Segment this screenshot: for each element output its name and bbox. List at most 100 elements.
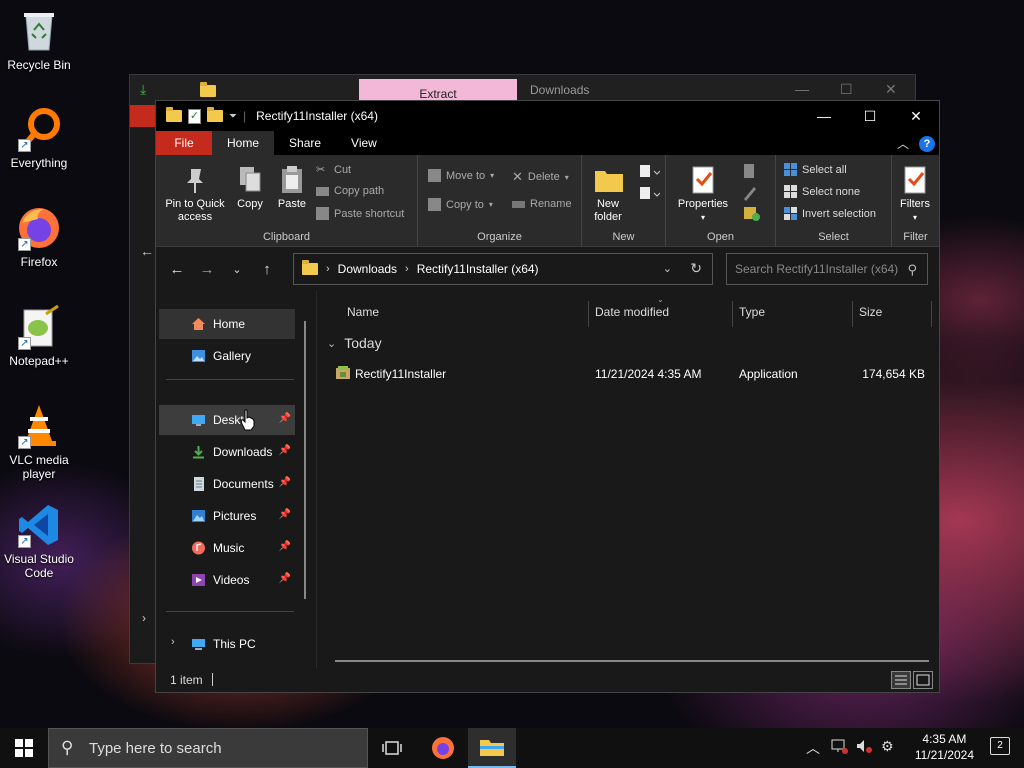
taskbar-search-input[interactable]: ⚲ Type here to search [48,728,368,768]
task-view-button[interactable] [368,728,416,768]
close-button[interactable]: ✕ [893,101,939,131]
volume-muted-icon[interactable] [855,738,873,757]
paste-shortcut-button[interactable]: Paste shortcut [316,207,404,220]
column-header-type[interactable]: Type [739,305,765,319]
paste-button[interactable]: Paste [274,165,310,211]
properties-quick-icon[interactable]: ✓ [188,108,201,124]
pin-icon[interactable]: 📌 [279,509,291,520]
properties-button[interactable]: Properties ▾ [674,165,732,224]
desktop-icon-firefox[interactable]: ↗ Firefox [0,205,78,269]
desktop-icon-recycle-bin[interactable]: Recycle Bin [0,8,78,72]
tab-share[interactable]: Share [274,131,336,155]
breadcrumb-chevron-icon[interactable]: › [326,263,330,275]
copy-path-button[interactable]: Copy path [316,185,384,197]
filters-button[interactable]: Filters ▾ [894,165,936,224]
refresh-icon[interactable]: ↻ [690,260,702,277]
navigation-pane[interactable]: Home Gallery Deskt 📌 Downloads 📌 Documen… [156,291,314,668]
move-to-button[interactable]: Move to ▾ [428,169,494,182]
large-icons-view-button[interactable] [913,671,933,689]
rename-button[interactable]: Rename [512,198,572,210]
column-divider[interactable] [588,301,589,327]
pin-icon[interactable]: 📌 [279,445,291,456]
new-folder-quick-icon[interactable] [207,107,223,122]
tab-home[interactable]: Home [212,131,275,155]
collapse-group-chevron-icon[interactable]: ⌄ [327,337,336,350]
pin-icon[interactable]: 📌 [279,477,291,488]
sidebar-item-pictures[interactable]: Pictures 📌 [159,501,295,531]
details-view-button[interactable] [891,671,911,689]
pin-icon[interactable]: 📌 [279,541,291,552]
maximize-icon[interactable]: ☐ [840,81,853,98]
search-input[interactable]: Search Rectify11Installer (x64) ⚲ [726,253,928,285]
copy-button[interactable]: Copy [232,165,268,211]
horizontal-scrollbar[interactable] [335,660,929,662]
column-divider[interactable] [732,301,733,327]
sidebar-item-documents[interactable]: Documents 📌 [159,469,295,499]
sidebar-item-videos[interactable]: Videos 📌 [159,565,295,595]
sidebar-item-this-pc[interactable]: › This PC [159,629,295,659]
file-list[interactable]: Name ⌄ Date modified Type Size ⌄ Today R… [316,291,939,668]
show-hidden-icons-chevron-icon[interactable]: ︿ [806,738,820,758]
help-icon[interactable]: ? [919,135,935,152]
sidebar-item-music[interactable]: Music 📌 [159,533,295,563]
pin-to-quick-access-button[interactable]: Pin to Quick access [162,165,228,224]
sidebar-item-gallery[interactable]: Gallery [159,341,295,371]
address-dropdown-icon[interactable]: ⌄ [663,262,672,275]
network-icon[interactable] [830,738,848,757]
desktop-icon-notepad-plus-plus[interactable]: ↗ Notepad++ [0,304,78,368]
background-file-tab[interactable] [130,105,156,127]
column-header-date-modified[interactable]: Date modified [595,305,669,319]
cut-button[interactable]: ✂ Cut [316,163,351,177]
table-row[interactable]: Rectify11Installer 11/21/2024 4:35 AM Ap… [333,361,929,387]
tab-view[interactable]: View [336,131,392,155]
desktop-icon-everything[interactable]: ↗ Everything [0,106,78,170]
notification-center-icon[interactable]: 2 [990,737,1010,755]
minimize-button[interactable]: — [801,101,847,131]
invert-selection-button[interactable]: Invert selection [784,207,876,220]
column-divider[interactable] [931,301,932,327]
edit-icon[interactable] [742,185,764,204]
copy-to-button[interactable]: Copy to ▾ [428,198,493,211]
taskbar-clock[interactable]: 4:35 AM 11/21/2024 [915,731,974,763]
sidebar-item-desktop[interactable]: Deskt 📌 [159,405,295,435]
forward-arrow-icon[interactable]: → [192,261,222,278]
breadcrumb-current[interactable]: Rectify11Installer (x64) [417,262,539,276]
up-arrow-icon[interactable]: ↑ [252,261,282,278]
sidebar-item-home[interactable]: Home [159,309,295,339]
history-icon[interactable] [742,205,764,224]
start-button[interactable] [0,728,48,768]
column-header-name[interactable]: Name [347,305,379,319]
delete-button[interactable]: ✕ Delete ▾ [512,169,569,185]
column-divider[interactable] [852,301,853,327]
close-icon[interactable]: ✕ [885,81,897,98]
open-icon[interactable] [742,163,764,182]
recent-locations-chevron-icon[interactable]: ⌄ [222,263,252,276]
taskbar-firefox[interactable] [419,728,467,768]
sidebar-item-downloads[interactable]: Downloads 📌 [159,437,295,467]
window-titlebar[interactable]: ✓ ⏷ | Rectify11Installer (x64) — ☐ ✕ [156,101,939,131]
new-item-icon[interactable] [638,163,661,182]
quick-access-toolbar-dropdown-icon[interactable]: ⏷ [229,111,237,122]
group-header-today[interactable]: ⌄ Today [327,335,382,351]
select-all-button[interactable]: Select all [784,163,847,176]
desktop-icon-vlc[interactable]: ↗ VLC media player [0,403,78,481]
new-folder-button[interactable]: New folder [586,165,630,224]
pin-icon[interactable]: 📌 [279,573,291,584]
breadcrumb-chevron-icon[interactable]: › [405,263,409,275]
address-bar[interactable]: › Downloads › Rectify11Installer (x64) ⌄… [293,253,713,285]
desktop-icon-vscode[interactable]: ↗ Visual Studio Code [0,502,78,580]
easy-access-icon[interactable] [638,185,661,204]
select-none-button[interactable]: Select none [784,185,860,198]
settings-gear-icon[interactable]: ⚙ [881,738,894,755]
expand-chevron-icon[interactable]: › [142,611,146,625]
minimize-icon[interactable]: — [795,81,809,97]
column-header-size[interactable]: Size [859,305,882,319]
collapse-ribbon-icon[interactable]: ︿ [897,135,909,152]
maximize-button[interactable]: ☐ [847,101,893,131]
taskbar-file-explorer[interactable] [468,728,516,768]
pin-icon[interactable]: 📌 [279,413,291,424]
back-arrow-icon[interactable]: ← [140,243,154,259]
breadcrumb-downloads[interactable]: Downloads [338,262,397,276]
expand-chevron-icon[interactable]: › [171,636,175,648]
file-explorer-window[interactable]: ✓ ⏷ | Rectify11Installer (x64) — ☐ ✕ Fil… [155,100,940,693]
